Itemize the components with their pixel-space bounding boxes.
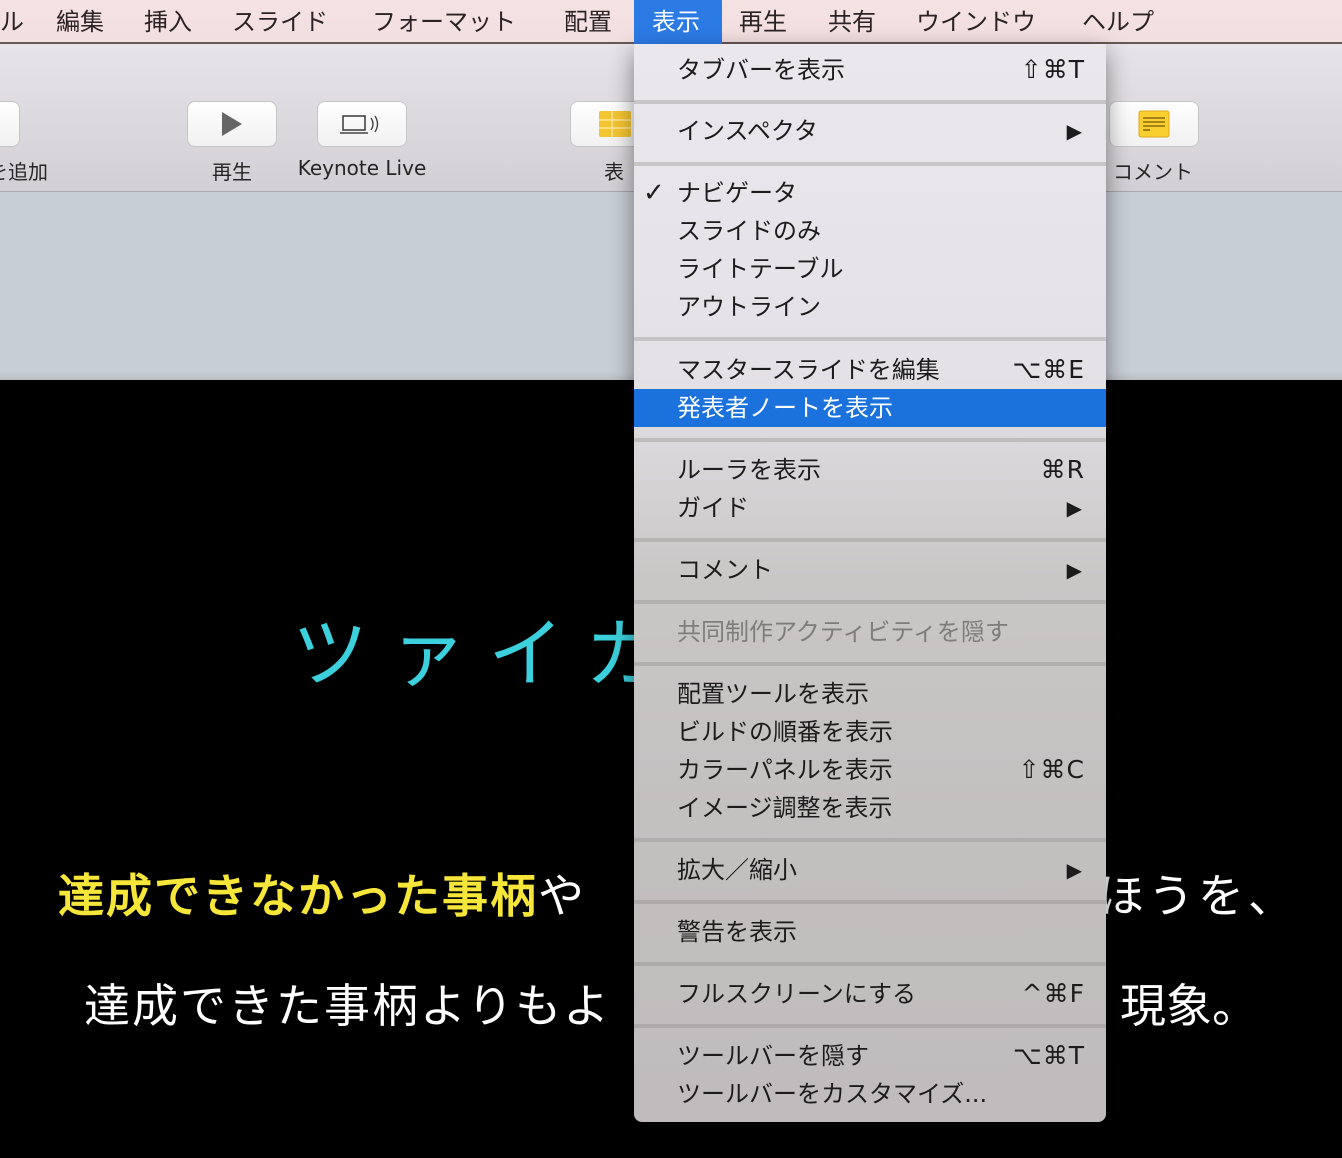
menu-item-label: ビルドの順番を表示	[677, 718, 893, 746]
shortcut-label: ⌥⌘T	[1012, 1041, 1085, 1070]
shortcut-label: ⌘R	[1040, 455, 1085, 484]
menu-item-enter-full-screen[interactable]: フルスクリーンにする ^⌘F	[634, 975, 1106, 1013]
menu-arrange[interactable]: 配置	[556, 0, 620, 44]
menu-item-label: インスペクタ	[677, 117, 818, 145]
keynote-live-icon	[340, 115, 379, 134]
menu-item-customize-toolbar[interactable]: ツールバーをカスタマイズ...	[634, 1075, 1106, 1113]
menu-separator	[634, 337, 1106, 341]
menu-separator	[634, 100, 1106, 104]
menu-item-label: ルーラを表示	[677, 456, 821, 484]
menu-item-label: ツールバーをカスタマイズ...	[677, 1080, 988, 1108]
menu-separator	[634, 1024, 1106, 1028]
shortcut-label: ⇧⌘C	[1018, 755, 1085, 784]
menu-item-label: ツールバーを隠す	[677, 1042, 869, 1070]
slide-body-line-2-tail: 現象。	[1120, 979, 1258, 1033]
menu-item-show-presenter-notes[interactable]: 発表者ノートを表示	[634, 389, 1106, 427]
submenu-arrow-icon: ▶	[1066, 119, 1082, 143]
menu-separator	[634, 962, 1106, 966]
menu-item-comments[interactable]: コメント ▶	[634, 551, 1106, 589]
menu-item-label: フルスクリーンにする	[677, 980, 917, 1008]
menu-item-label: タブバーを表示	[677, 56, 845, 84]
play-icon	[222, 112, 242, 136]
menu-item-zoom[interactable]: 拡大／縮小 ▶	[634, 851, 1106, 889]
keynote-live-label: Keynote Live	[297, 156, 427, 180]
menu-view[interactable]: 表示	[634, 0, 722, 44]
menu-item-label: スライドのみ	[677, 217, 821, 245]
menu-insert[interactable]: 挿入	[136, 0, 200, 44]
shortcut-label: ⌥⌘E	[1012, 355, 1085, 384]
menu-separator	[634, 538, 1106, 542]
menu-item-hide-toolbar[interactable]: ツールバーを隠す ⌥⌘T	[634, 1037, 1106, 1075]
menu-item-show-colors[interactable]: カラーパネルを表示 ⇧⌘C	[634, 751, 1106, 789]
shortcut-label: ^⌘F	[1021, 979, 1085, 1008]
menu-separator	[634, 162, 1106, 166]
menu-item-show-warnings[interactable]: 警告を表示	[634, 913, 1106, 951]
menu-item-inspector[interactable]: インスペクタ ▶	[634, 112, 1106, 150]
menu-separator	[634, 838, 1106, 842]
menu-item-show-build-order[interactable]: ビルドの順番を表示	[634, 713, 1106, 751]
menu-item-label: ナビゲータ	[677, 179, 797, 207]
checkmark-icon: ✓	[643, 178, 665, 208]
menu-item-label: アウトライン	[677, 293, 821, 321]
add-slide-label: を追加	[0, 160, 48, 184]
menu-play[interactable]: 再生	[731, 0, 795, 44]
menu-item-label: イメージ調整を表示	[677, 794, 893, 822]
menu-item-outline[interactable]: アウトライン	[634, 288, 1106, 326]
slide-body-line-1: 達成できなかった事柄や	[58, 860, 586, 926]
submenu-arrow-icon: ▶	[1066, 496, 1082, 520]
menu-window[interactable]: ウインドウ	[908, 0, 1044, 44]
menu-item-slide-only[interactable]: スライドのみ	[634, 212, 1106, 250]
menu-separator	[634, 900, 1106, 904]
body-text: や	[538, 869, 586, 923]
menu-format[interactable]: フォーマット	[364, 0, 524, 44]
menu-item-guides[interactable]: ガイド ▶	[634, 489, 1106, 527]
table-icon	[599, 111, 631, 137]
keynote-live-button[interactable]	[317, 101, 407, 147]
add-slide-button[interactable]	[0, 101, 20, 147]
menu-file[interactable]: ル	[0, 0, 32, 44]
comment-button[interactable]	[1109, 101, 1199, 147]
submenu-arrow-icon: ▶	[1066, 558, 1082, 582]
menu-edit[interactable]: 編集	[48, 0, 112, 44]
menu-item-navigator[interactable]: ✓ ナビゲータ	[634, 174, 1106, 212]
play-button[interactable]	[187, 101, 277, 147]
play-label: 再生	[212, 160, 252, 184]
comment-label: コメント	[1113, 160, 1193, 184]
submenu-arrow-icon: ▶	[1066, 858, 1082, 882]
menu-item-show-tab-bar[interactable]: タブバーを表示 ⇧⌘T	[634, 51, 1106, 89]
menu-separator	[634, 438, 1106, 442]
view-menu-dropdown: タブバーを表示 ⇧⌘T インスペクタ ▶ ✓ ナビゲータ スライドのみ ライトテ…	[634, 44, 1106, 1122]
table-label: 表	[604, 160, 624, 184]
menu-item-label: ガイド	[677, 494, 749, 522]
highlighted-text: 達成できなかった事柄	[58, 869, 538, 923]
menu-separator	[634, 662, 1106, 666]
slide-body-line-1-tail: ほうを、	[1098, 869, 1298, 923]
menu-item-label: 配置ツールを表示	[677, 680, 869, 708]
menu-item-label: コメント	[677, 556, 773, 584]
menu-item-hide-collaboration-activity: 共同制作アクティビティを隠す	[634, 613, 1106, 651]
menu-bar: ル 編集 挿入 スライド フォーマット 配置 表示 再生 共有 ウインドウ ヘル…	[0, 0, 1342, 44]
slide-body-line-2: 達成できた事柄よりもよ	[84, 979, 612, 1033]
slide-title: ツァイガ	[292, 609, 684, 698]
comment-icon	[1138, 110, 1170, 138]
menu-item-label: 共同制作アクティビティを隠す	[677, 618, 1009, 646]
menu-item-label: マスタースライドを編集	[677, 356, 940, 384]
menu-item-label: 発表者ノートを表示	[677, 394, 893, 422]
menu-item-light-table[interactable]: ライトテーブル	[634, 250, 1106, 288]
menu-slide[interactable]: スライド	[224, 0, 336, 44]
menu-help[interactable]: ヘルプ	[1074, 0, 1162, 44]
menu-share[interactable]: 共有	[820, 0, 884, 44]
menu-item-label: カラーパネルを表示	[677, 756, 893, 784]
menu-item-show-rulers[interactable]: ルーラを表示 ⌘R	[634, 451, 1106, 489]
menu-item-edit-master-slides[interactable]: マスタースライドを編集 ⌥⌘E	[634, 351, 1106, 389]
menu-separator	[634, 600, 1106, 604]
shortcut-label: ⇧⌘T	[1020, 55, 1085, 84]
menu-item-show-adjust-image[interactable]: イメージ調整を表示	[634, 789, 1106, 827]
menu-item-label: 拡大／縮小	[677, 856, 797, 884]
menu-item-show-arrange-tools[interactable]: 配置ツールを表示	[634, 675, 1106, 713]
menu-item-label: 警告を表示	[677, 918, 797, 946]
menu-item-label: ライトテーブル	[677, 255, 844, 283]
